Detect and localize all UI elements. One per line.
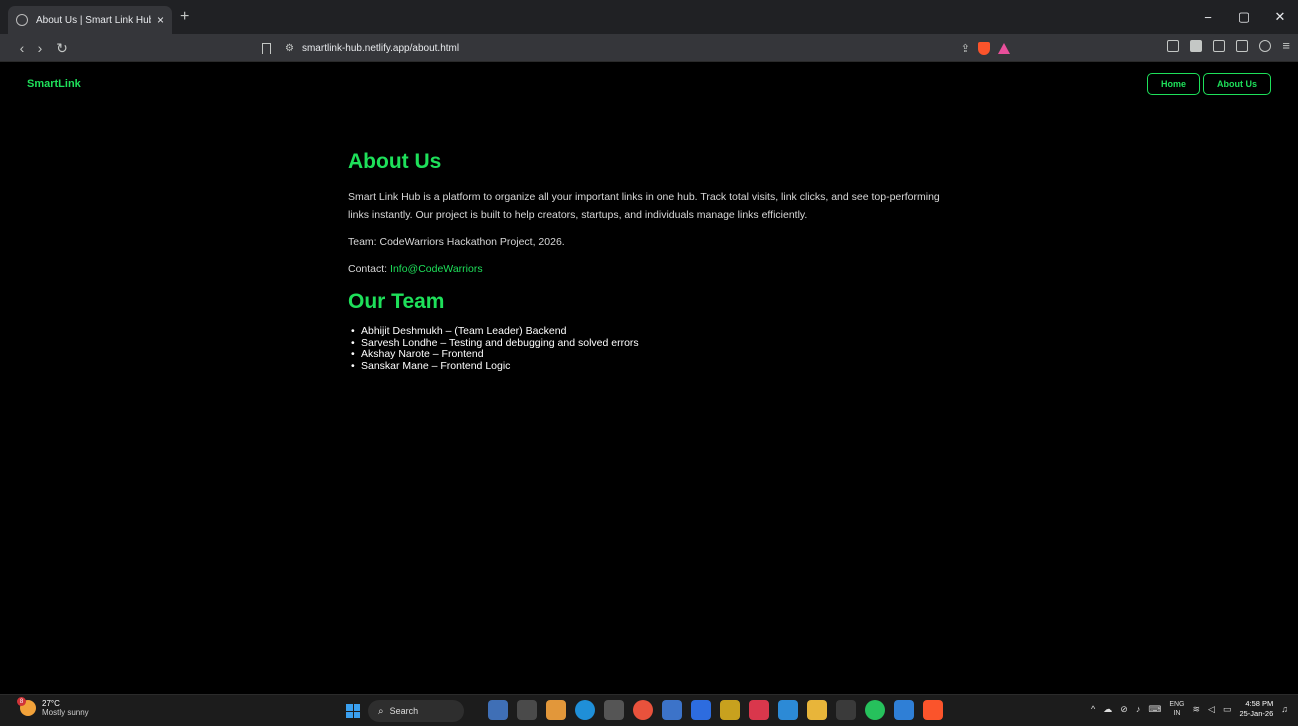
browser-tab[interactable]: About Us | Smart Link Hub × — [8, 6, 172, 34]
windows-taskbar: 8 27°C Mostly sunny ⌕ Search ^ ☁ ⊘ ♪ ⌨ E… — [0, 694, 1298, 726]
app-icon-blue[interactable] — [691, 700, 711, 720]
windows-start-icon[interactable] — [346, 704, 360, 718]
list-item: Abhijit Deshmukh – (Team Leader) Backend — [351, 325, 948, 338]
site-logo[interactable]: SmartLink — [27, 78, 81, 90]
brave-rewards-icon[interactable] — [998, 42, 1010, 54]
extensions-icon[interactable] — [1236, 39, 1249, 52]
contact-label: Contact: — [348, 263, 391, 275]
system-tray: ^ ☁ ⊘ ♪ ⌨ ENG IN ≋ ◁ ▭ 4:58 PM 25-Jan-26… — [1091, 699, 1288, 719]
brave-shield-icon[interactable] — [978, 41, 990, 55]
clock-time: 4:58 PM — [1245, 699, 1274, 708]
store-app-icon[interactable] — [662, 700, 682, 720]
copilot-app-icon[interactable] — [546, 700, 566, 720]
app-icon-yellow[interactable] — [720, 700, 740, 720]
volume-icon[interactable]: ◁ — [1208, 704, 1215, 715]
tab-title: About Us | Smart Link Hub — [36, 14, 151, 26]
nav-home-button[interactable]: Home — [1146, 73, 1200, 95]
screen: About Us | Smart Link Hub × + − ▢ ✕ ‹ › … — [0, 0, 1298, 726]
reader-mode-icon[interactable] — [1167, 39, 1180, 52]
address-bar[interactable]: ⚙ smartlink-hub.netlify.app/about.html ⇪ — [262, 38, 1010, 58]
sidebar-icon[interactable] — [1190, 39, 1203, 52]
globe-icon — [16, 14, 28, 26]
maximize-button[interactable]: ▢ — [1226, 0, 1262, 34]
clock[interactable]: 4:58 PM 25-Jan-26 — [1239, 699, 1273, 719]
share-icon[interactable]: ⇪ — [961, 42, 970, 55]
chrome-app-icon[interactable] — [633, 700, 653, 720]
microphone-icon[interactable]: ♪ — [1136, 704, 1141, 714]
toolbar-right: ≡ — [1167, 38, 1290, 53]
wifi-icon[interactable]: ≋ — [1192, 704, 1200, 715]
reload-icon[interactable]: ↻ — [52, 37, 72, 59]
notepad-app-icon[interactable] — [894, 700, 914, 720]
team-list: Abhijit Deshmukh – (Team Leader) Backend… — [348, 325, 948, 373]
bookmark-icon[interactable] — [262, 42, 271, 54]
back-icon[interactable]: ‹ — [12, 37, 32, 59]
whatsapp-app-icon[interactable] — [865, 700, 885, 720]
site-nav: Home About Us — [1146, 73, 1271, 95]
browser-tab-strip: About Us | Smart Link Hub × + − ▢ ✕ — [0, 0, 1298, 34]
menu-icon[interactable]: ≡ — [1282, 38, 1290, 53]
terminal-app-icon[interactable] — [836, 700, 856, 720]
forward-icon[interactable]: › — [30, 37, 50, 59]
widgets-app-icon[interactable] — [488, 700, 508, 720]
contact-line: Contact: Info@CodeWarriors — [348, 260, 948, 278]
edge-app-icon[interactable] — [575, 700, 595, 720]
sun-icon: 8 — [17, 697, 36, 716]
notification-bell-icon[interactable]: ♫ — [1281, 704, 1288, 714]
search-label: Search — [389, 706, 419, 716]
pinned-apps — [488, 700, 943, 720]
page-viewport: SmartLink Home About Us About Us Smart L… — [0, 62, 1298, 694]
nav-about-button[interactable]: About Us — [1203, 73, 1271, 95]
address-bar-actions: ⇪ — [961, 41, 1010, 55]
brave-app-icon[interactable] — [923, 700, 943, 720]
taskbar-search[interactable]: ⌕ Search — [368, 700, 464, 722]
settings-app-icon[interactable] — [604, 700, 624, 720]
window-controls: − ▢ ✕ — [1190, 0, 1298, 34]
team-info: Team: CodeWarriors Hackathon Project, 20… — [348, 236, 565, 248]
vpn-icon[interactable] — [1259, 39, 1272, 52]
page-title: About Us — [348, 150, 442, 173]
close-window-button[interactable]: ✕ — [1262, 0, 1298, 34]
wps-app-icon[interactable] — [749, 700, 769, 720]
minimize-button[interactable]: − — [1190, 0, 1226, 34]
contact-link[interactable]: Info@CodeWarriors — [390, 263, 483, 275]
keyboard-icon[interactable]: ⌨ — [1148, 704, 1161, 715]
language-indicator[interactable]: ENG IN — [1169, 700, 1184, 718]
about-content: About Us Smart Link Hub is a platform to… — [348, 148, 948, 372]
tab-groups-icon[interactable] — [1213, 39, 1226, 52]
tab-close-icon[interactable]: × — [157, 13, 164, 27]
url-text[interactable]: smartlink-hub.netlify.app/about.html — [302, 43, 961, 54]
new-tab-button[interactable]: + — [180, 8, 189, 26]
chevron-up-icon[interactable]: ^ — [1091, 704, 1095, 714]
list-item: Sanskar Mane – Frontend Logic — [351, 360, 948, 373]
team-heading: Our Team — [348, 290, 445, 313]
weather-widget[interactable]: 8 27°C Mostly sunny — [17, 697, 89, 717]
search-icon: ⌕ — [378, 705, 384, 717]
about-description: Smart Link Hub is a platform to organize… — [348, 191, 940, 221]
file-explorer-icon[interactable] — [807, 700, 827, 720]
temperature: 27°C — [42, 699, 60, 708]
clock-date: 25-Jan-26 — [1239, 709, 1274, 718]
weather-description: Mostly sunny — [42, 708, 89, 717]
site-settings-icon[interactable]: ⚙ — [285, 43, 294, 54]
task-view-icon[interactable] — [517, 700, 537, 720]
vscode-app-icon[interactable] — [778, 700, 798, 720]
browser-toolbar: ‹ › ↻ ⚙ smartlink-hub.netlify.app/about.… — [0, 34, 1298, 62]
battery-icon[interactable]: ▭ — [1223, 704, 1232, 715]
onedrive-icon[interactable]: ☁ — [1103, 704, 1112, 715]
list-item: Akshay Narote – Frontend — [351, 348, 948, 361]
notification-badge: 8 — [17, 697, 26, 706]
notification-off-icon[interactable]: ⊘ — [1120, 704, 1128, 715]
